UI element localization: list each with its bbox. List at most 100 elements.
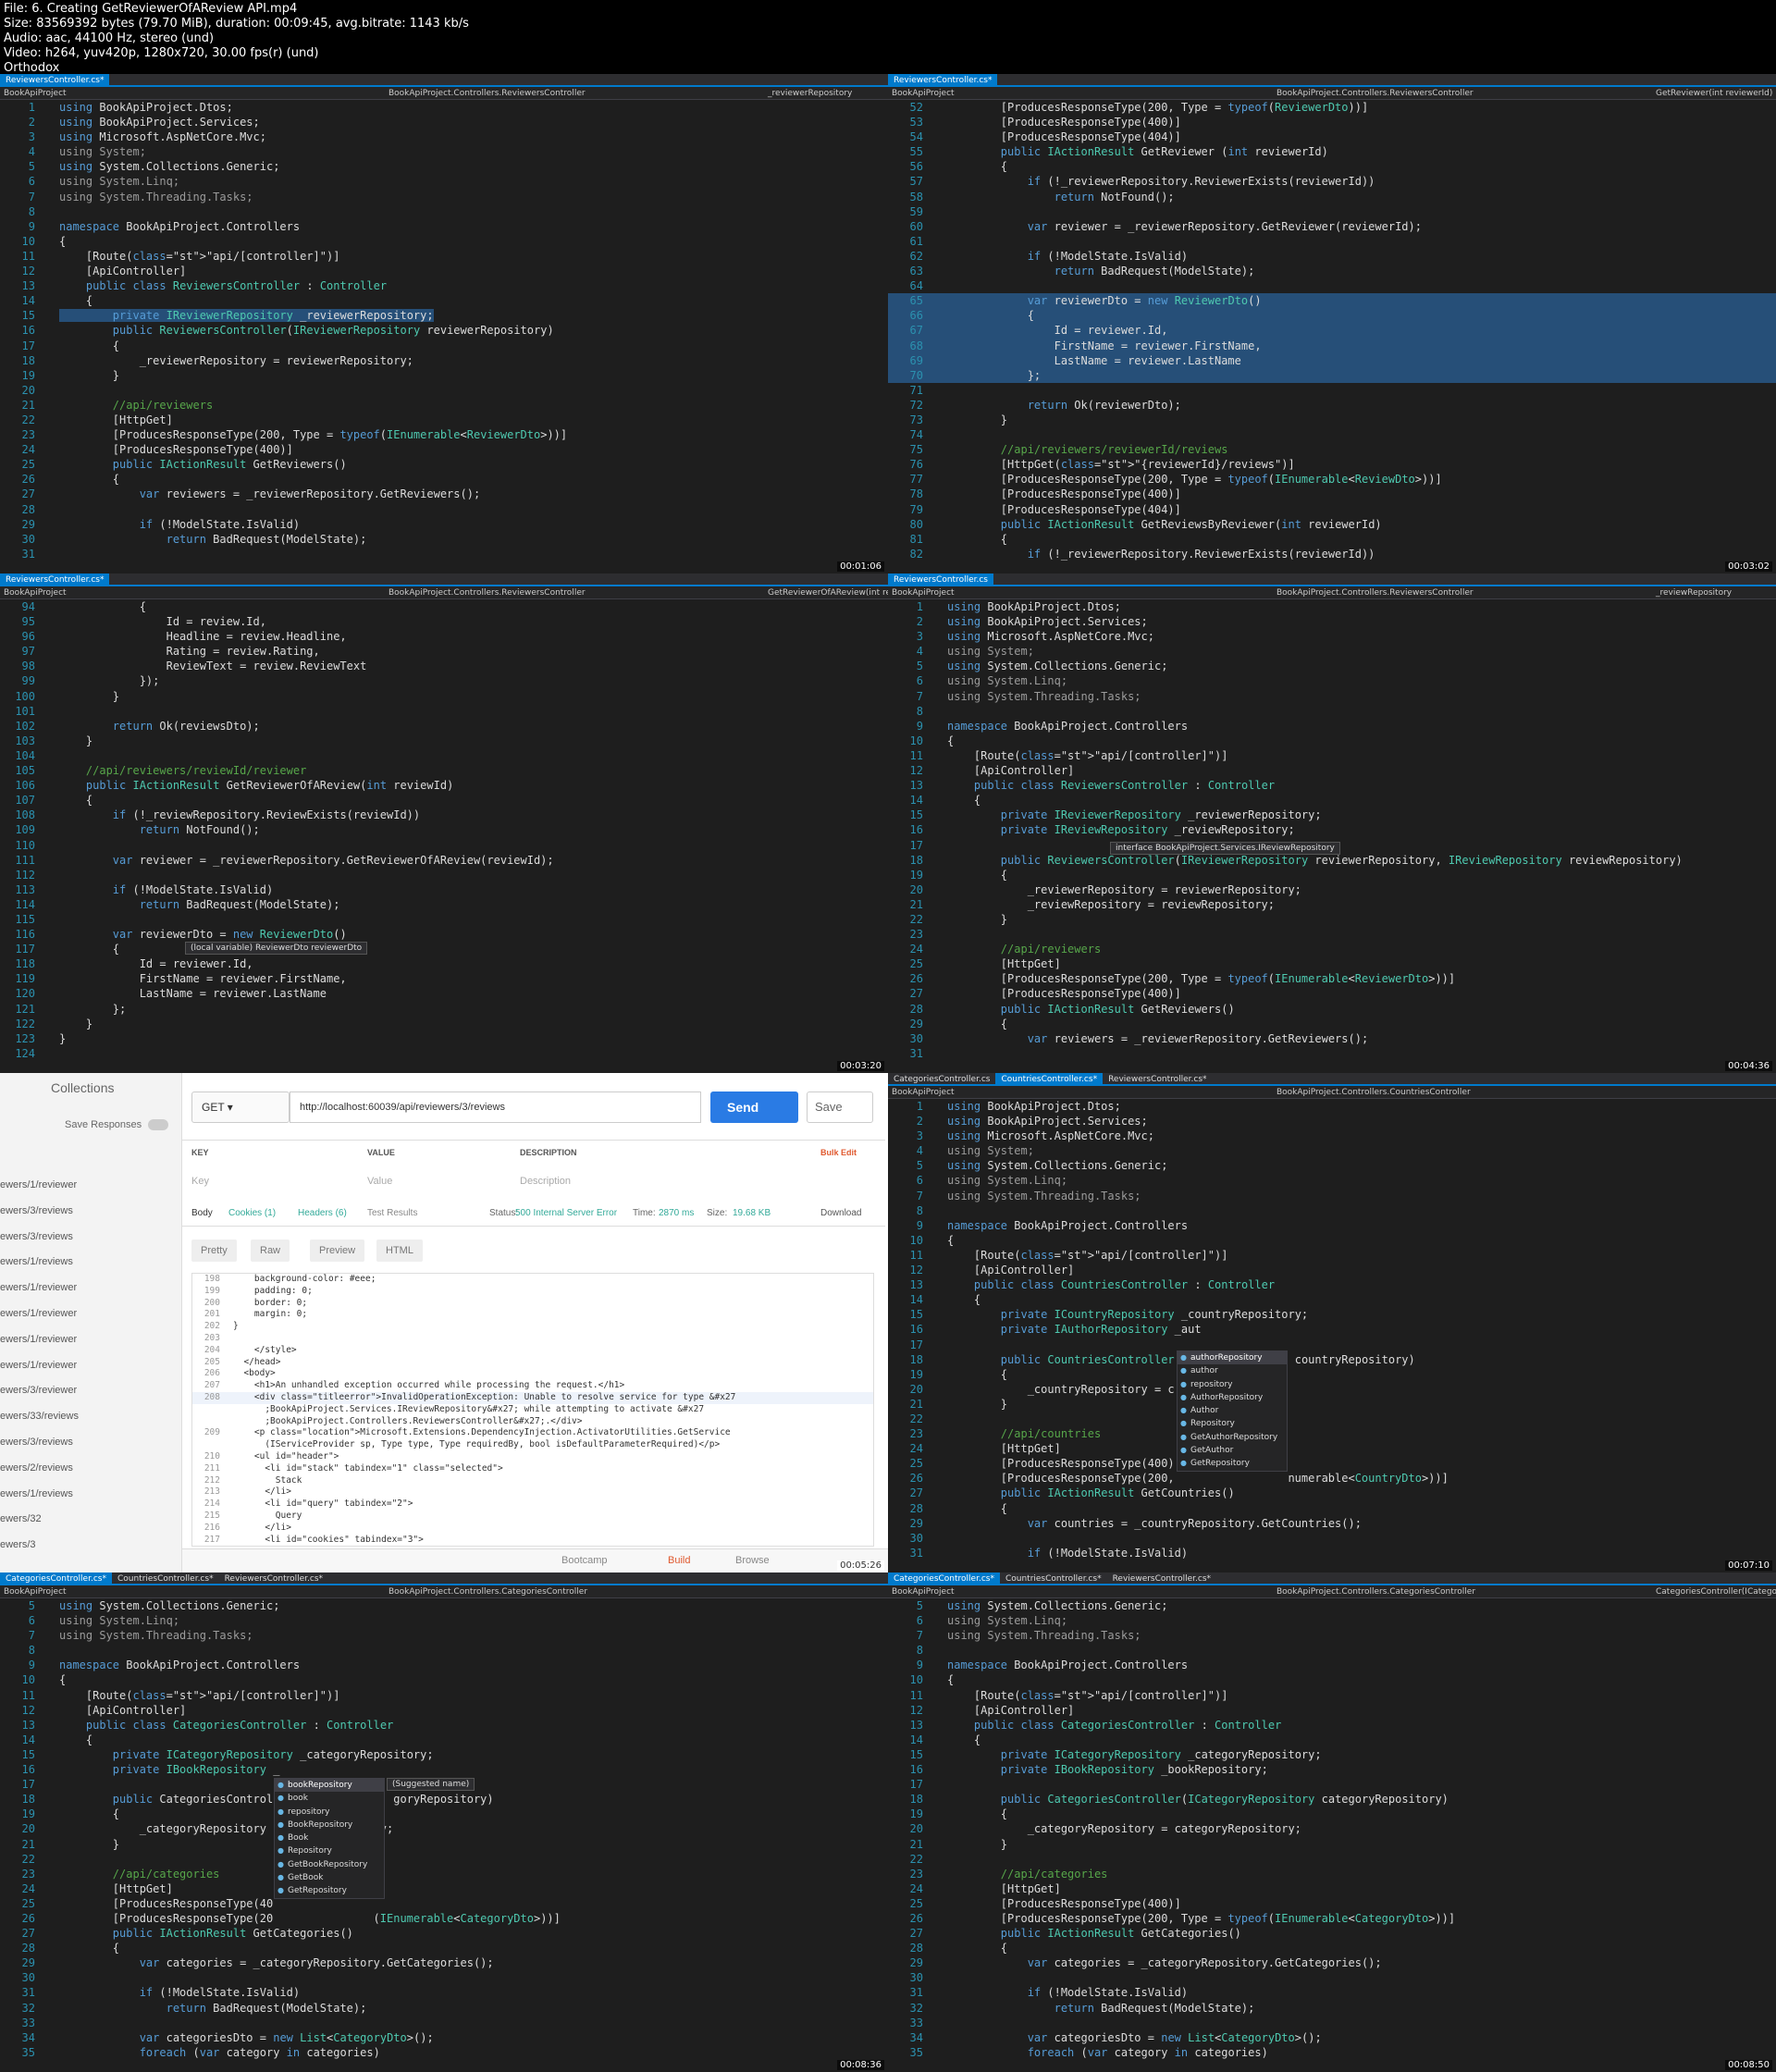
editor-tab[interactable]: CountriesController.cs*: [112, 1572, 219, 1584]
completion-item[interactable]: authorRepository: [1178, 1351, 1287, 1365]
nav-dropdown[interactable]: GetReviewer(int reviewerId): [1656, 87, 1772, 99]
completion-item[interactable]: book: [275, 1792, 384, 1806]
response-tests[interactable]: Test Results: [367, 1208, 417, 1218]
collections-tab[interactable]: Collections: [51, 1080, 114, 1095]
editor-tab[interactable]: CategoriesController.cs*: [888, 1572, 1000, 1584]
response-body[interactable]: Body: [191, 1208, 213, 1218]
editor-tab[interactable]: ReviewersController.cs: [888, 574, 993, 585]
response-download[interactable]: Download: [820, 1208, 861, 1218]
completion-item[interactable]: GetBook: [275, 1871, 384, 1885]
intellisense-popup[interactable]: authorRepositoryauthorrepositoryAuthorRe…: [1177, 1350, 1288, 1472]
nav-dropdown[interactable]: CategoriesController(ICategory: [1656, 1585, 1776, 1597]
nav-dropdown[interactable]: _reviewerRepository: [768, 87, 852, 99]
history-item[interactable]: ewers/2/reviews: [0, 1456, 176, 1482]
history-item[interactable]: ewers/1/reviewer: [0, 1327, 176, 1353]
nav-dropdown[interactable]: BookApiProject.Controllers.ReviewersCont…: [1276, 87, 1474, 99]
editor-tab[interactable]: CountriesController.cs*: [1000, 1572, 1107, 1584]
completion-item[interactable]: Repository: [1178, 1417, 1287, 1431]
code-line: 32 return BadRequest(ModelState);: [0, 2001, 888, 2016]
history-item[interactable]: ewers/1/reviewer: [0, 1353, 176, 1379]
params-placeholder[interactable]: Description: [520, 1176, 571, 1187]
nav-dropdown[interactable]: GetReviewerOfAReview(int revi: [768, 586, 888, 598]
history-item[interactable]: ewers/1/reviews: [0, 1250, 176, 1276]
completion-item[interactable]: GetRepository: [275, 1884, 384, 1898]
view-format-button[interactable]: HTML: [376, 1240, 423, 1262]
editor-tab[interactable]: ReviewersController.cs*: [219, 1572, 328, 1584]
params-placeholder[interactable]: Key: [191, 1176, 209, 1187]
footer-bootcamp[interactable]: Bootcamp: [561, 1555, 608, 1566]
nav-dropdown[interactable]: BookApiProject.Controllers.CountriesCont…: [1276, 1086, 1471, 1098]
view-preview-button[interactable]: Preview: [310, 1240, 365, 1262]
completion-item[interactable]: GetAuthor: [1178, 1444, 1287, 1458]
completion-item[interactable]: Author: [1178, 1404, 1287, 1418]
editor-tab[interactable]: CategoriesController.cs*: [0, 1572, 112, 1584]
code-editor[interactable]: 5 using System.Collections.Generic; 6 using…: [0, 1598, 888, 2072]
nav-dropdown[interactable]: BookApiProject.Controllers.CategoriesCon…: [388, 1585, 587, 1597]
intellisense-popup[interactable]: bookRepositorybookrepositoryBookReposito…: [274, 1778, 385, 1899]
completion-item[interactable]: GetBookRepository: [275, 1858, 384, 1872]
history-item[interactable]: ewers/3/reviews: [0, 1430, 176, 1456]
editor-tab[interactable]: ReviewersController.cs*: [888, 74, 998, 85]
footer-build[interactable]: Build: [668, 1555, 690, 1566]
line-number: 27: [909, 987, 923, 1001]
history-item[interactable]: ewers/1/reviewer: [0, 1173, 176, 1199]
code-line: 62 if (!ModelState.IsValid): [888, 249, 1776, 264]
completion-item[interactable]: AuthorRepository: [1178, 1391, 1287, 1405]
code-editor[interactable]: 94 {95 Id = review.Id, 96 Headline = revi…: [0, 599, 888, 1073]
editor-tab[interactable]: CountriesController.cs*: [995, 1073, 1104, 1084]
editor-tab[interactable]: CategoriesController.cs: [888, 1073, 995, 1084]
nav-dropdown[interactable]: BookApiProject.Controllers.ReviewersCont…: [1276, 586, 1474, 598]
editor-tab[interactable]: ReviewersController.cs*: [0, 574, 110, 585]
nav-dropdown[interactable]: BookApiProject.Controllers.ReviewersCont…: [388, 586, 586, 598]
completion-item[interactable]: author: [1178, 1364, 1287, 1378]
url-input[interactable]: http://localhost:60039/api/reviewers/3/r…: [290, 1092, 701, 1123]
view-pretty-button[interactable]: Pretty: [191, 1240, 237, 1262]
response-headers[interactable]: Headers (6): [298, 1208, 347, 1218]
nav-dropdown[interactable]: BookApiProject: [892, 586, 955, 598]
nav-dropdown[interactable]: BookApiProject: [4, 1585, 67, 1597]
code-editor[interactable]: 1 using BookApiProject.Dtos; 2 using BookAp…: [888, 599, 1776, 1073]
code-editor[interactable]: 5 using System.Collections.Generic; 6 using…: [888, 1598, 1776, 2072]
footer-browse[interactable]: Browse: [735, 1555, 770, 1566]
nav-dropdown[interactable]: BookApiProject.Controllers.CategoriesCon…: [1276, 1585, 1475, 1597]
completion-item[interactable]: repository: [275, 1806, 384, 1819]
send-button[interactable]: Send: [710, 1092, 798, 1123]
history-item[interactable]: ewers/1/reviews: [0, 1482, 176, 1508]
line-number: 7: [916, 1189, 923, 1202]
history-item[interactable]: ewers/1/reviewer: [0, 1276, 176, 1301]
history-item[interactable]: ewers/1/reviewer: [0, 1301, 176, 1327]
save-button[interactable]: Save: [807, 1092, 873, 1123]
code-editor[interactable]: 1 using BookApiProject.Dtos; 2 using BookAp…: [888, 1099, 1776, 1572]
save-responses-toggle[interactable]: [148, 1119, 168, 1130]
completion-item[interactable]: BookRepository: [275, 1819, 384, 1832]
history-item[interactable]: ewers/3/reviewer: [0, 1378, 176, 1404]
editor-tab[interactable]: ReviewersController.cs*: [0, 74, 110, 85]
completion-item[interactable]: repository: [1178, 1378, 1287, 1392]
view-raw-button[interactable]: Raw: [251, 1240, 290, 1262]
params-placeholder[interactable]: Value: [367, 1176, 392, 1187]
history-item[interactable]: ewers/33/reviews: [0, 1404, 176, 1430]
code-editor[interactable]: 52 [ProducesResponseType(200, Type = typ…: [888, 100, 1776, 574]
completion-item[interactable]: Book: [275, 1832, 384, 1845]
nav-dropdown[interactable]: BookApiProject: [892, 1086, 955, 1098]
completion-item[interactable]: GetRepository: [1178, 1457, 1287, 1471]
nav-dropdown[interactable]: BookApiProject: [892, 87, 955, 99]
nav-dropdown[interactable]: _reviewRepository: [1656, 586, 1732, 598]
history-item[interactable]: ewers/32: [0, 1507, 176, 1533]
history-item[interactable]: ewers/3/reviews: [0, 1199, 176, 1225]
params-header-bulk[interactable]: Bulk Edit: [820, 1148, 857, 1157]
history-item[interactable]: ewers/3/reviews: [0, 1225, 176, 1251]
code-editor[interactable]: 1 using BookApiProject.Dtos; 2 using BookAp…: [0, 100, 888, 574]
completion-item[interactable]: bookRepository: [275, 1779, 384, 1793]
history-item[interactable]: ewers/3: [0, 1533, 176, 1559]
completion-item[interactable]: Repository: [275, 1844, 384, 1858]
completion-item[interactable]: GetAuthorRepository: [1178, 1431, 1287, 1445]
nav-dropdown[interactable]: BookApiProject: [892, 1585, 955, 1597]
nav-dropdown[interactable]: BookApiProject: [4, 586, 67, 598]
nav-dropdown[interactable]: BookApiProject: [4, 87, 67, 99]
response-cookies[interactable]: Cookies (1): [228, 1208, 276, 1218]
nav-dropdown[interactable]: BookApiProject.Controllers.ReviewersCont…: [388, 87, 586, 99]
method-select[interactable]: GET ▾: [191, 1092, 290, 1123]
editor-tab[interactable]: ReviewersController.cs*: [1103, 1073, 1212, 1084]
editor-tab[interactable]: ReviewersController.cs*: [1107, 1572, 1216, 1584]
